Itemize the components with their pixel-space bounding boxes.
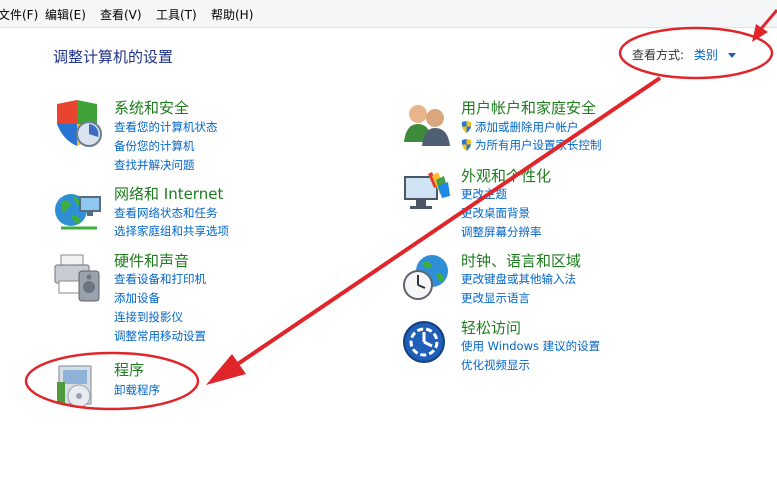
link-desktop-background[interactable]: 更改桌面背景 [461,205,530,221]
ease-of-access-icon[interactable] [402,320,452,370]
annotation-arrowhead [206,354,246,385]
link-display-language[interactable]: 更改显示语言 [461,290,530,306]
uac-shield-icon [461,121,472,133]
link-optimize-video-display[interactable]: 优化视频显示 [461,357,530,373]
menu-bar: 文件(F) 编辑(E) 查看(V) 工具(T) 帮助(H) [0,0,777,28]
category-title[interactable]: 用户帐户和家庭安全 [461,97,596,118]
annotation-circle-programs [24,351,200,411]
uac-shield-icon [461,139,472,151]
link-network-status[interactable]: 查看网络状态和任务 [114,205,218,221]
category-title[interactable]: 外观和个性化 [461,165,551,186]
view-by-dropdown[interactable]: 类别 [694,48,718,62]
view-by-label: 查看方式: [632,48,685,62]
category-title[interactable]: 程序 [114,359,144,380]
users-icon[interactable] [402,100,452,150]
link-uninstall-program[interactable]: 卸载程序 [114,382,160,398]
clock-globe-icon[interactable] [402,253,452,303]
link-change-theme[interactable]: 更改主题 [461,186,507,202]
link-backup-computer[interactable]: 备份您的计算机 [114,138,195,154]
link-screen-resolution[interactable]: 调整屏幕分辨率 [461,224,542,240]
view-by-control: 查看方式: 类别 [632,46,736,63]
link-add-remove-accounts[interactable]: 添加或删除用户帐户 [461,119,579,135]
network-globe-icon[interactable] [53,186,103,236]
link-keyboard-input[interactable]: 更改键盘或其他输入法 [461,271,576,287]
category-title[interactable]: 硬件和声音 [114,250,189,271]
link-label: 添加或删除用户帐户 [475,120,579,134]
printer-icon[interactable] [53,253,103,303]
link-parental-controls[interactable]: 为所有用户设置家长控制 [461,137,602,153]
category-title[interactable]: 时钟、语言和区域 [461,250,581,271]
category-title[interactable]: 网络和 Internet [114,183,223,204]
category-title[interactable]: 系统和安全 [114,97,189,118]
link-windows-recommended-settings[interactable]: 使用 Windows 建议的设置 [461,338,600,354]
menu-edit[interactable]: 编辑(E) [45,6,86,23]
page-title: 调整计算机的设置 [53,48,174,66]
shield-security-icon[interactable] [53,100,103,150]
link-troubleshoot[interactable]: 查找并解决问题 [114,157,195,173]
category-title[interactable]: 轻松访问 [461,317,521,338]
link-add-device[interactable]: 添加设备 [114,290,160,306]
chevron-down-icon[interactable] [727,53,736,58]
link-mobility-settings[interactable]: 调整常用移动设置 [114,328,206,344]
appearance-monitor-icon[interactable] [402,168,452,218]
link-label: 为所有用户设置家长控制 [475,138,602,152]
programs-icon[interactable] [53,362,103,412]
menu-tools[interactable]: 工具(T) [156,6,197,23]
link-view-computer-status[interactable]: 查看您的计算机状态 [114,119,218,135]
link-homegroup-sharing[interactable]: 选择家庭组和共享选项 [114,223,229,239]
link-connect-projector[interactable]: 连接到投影仪 [114,309,183,325]
menu-view[interactable]: 查看(V) [100,6,142,23]
menu-file[interactable]: 文件(F) [0,6,38,23]
menu-help[interactable]: 帮助(H) [211,6,253,23]
link-devices-printers[interactable]: 查看设备和打印机 [114,271,206,287]
